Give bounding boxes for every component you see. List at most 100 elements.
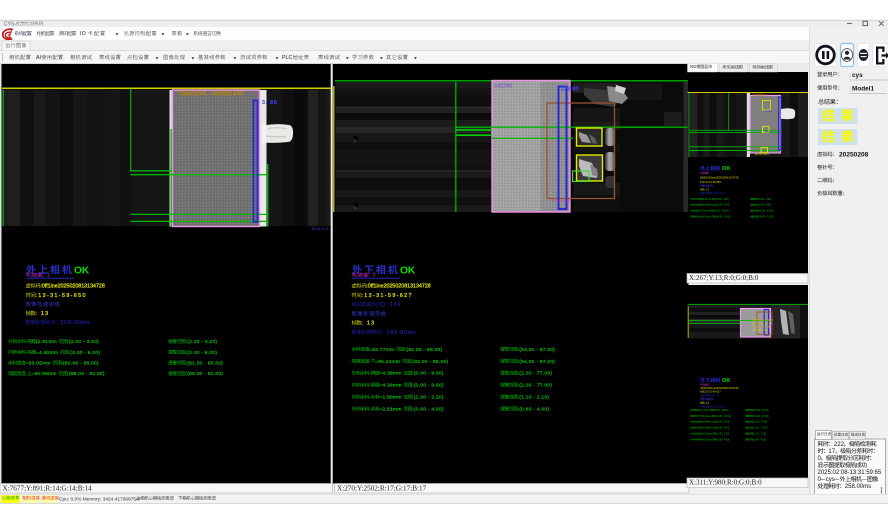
svg-text:OK: OK: [74, 266, 90, 277]
svg-text:=95.24mm: =95.24mm: [375, 359, 402, 365]
svg-text::(2.00 - 3.50): :(2.00 - 3.50): [715, 199, 728, 201]
svg-text::93: :93: [763, 93, 768, 97]
svg-text:=4.60mm: =4.60mm: [36, 350, 60, 356]
svg-text:23.88: 23.88: [765, 109, 773, 113]
svg-text:cys: cys: [826, 477, 835, 483]
svg-text:cys: cys: [852, 72, 863, 79]
svg-text::(83.00 - 87.00): :(83.00 - 87.00): [518, 347, 556, 353]
svg-text::(1.10 - 2.10): :(1.10 - 2.10): [518, 395, 550, 401]
svg-text:: 183.00ms: : 183.00ms: [382, 330, 417, 336]
svg-text:X:267;Y:13;R:0;G:0;B:0: X:267;Y:13;R:0;G:0;B:0: [689, 274, 759, 282]
svg-text:-: -: [26, 351, 28, 356]
svg-text:X:270;Y:2502;R:17;G:17;B:17: X:270;Y:2502;R:17;G:17;B:17: [337, 484, 427, 492]
svg-text:-: -: [369, 384, 371, 389]
svg-text:: 258.00ms: : 258.00ms: [713, 192, 726, 195]
svg-text:90.56 84.9: 90.56 84.9: [755, 152, 769, 156]
svg-text::(3.00 - 6.00): :(3.00 - 6.00): [69, 350, 101, 356]
svg-text::(93.00 - 98.00): :(93.00 - 98.00): [715, 416, 731, 418]
svg-text:0: 0: [373, 273, 376, 279]
svg-text:(: (: [371, 302, 374, 308]
svg-text::(93.00 - 98.00): :(93.00 - 98.00): [411, 359, 449, 365]
svg-text:X:7677;Y:891;R:14;G:14;B:14: X:7677;Y:891;R:14;G:14;B:14: [3, 484, 93, 492]
svg-text::(94.00 - 97.00): :(94.00 - 97.00): [753, 416, 769, 418]
svg-text:=1.90mm: =1.90mm: [379, 395, 403, 401]
svg-text:=2.61mm: =2.61mm: [379, 407, 403, 413]
svg-text::(80.00 - 86.00): :(80.00 - 86.00): [61, 361, 99, 367]
svg-text::13-31-59-650: :13-31-59-650: [35, 293, 86, 299]
svg-text:: 13: : 13: [361, 321, 375, 327]
svg-text::(0.60 - 4.00): :(0.60 - 4.00): [518, 407, 550, 413]
svg-text:Cpu: 0.0% Memory: 3424.4179687: Cpu: 0.0% Memory: 3424.41796875M: [59, 496, 140, 502]
svg-text::(81.00 - 85.00): :(81.00 - 85.00): [186, 361, 224, 367]
svg-text::(83.00 - 87.00): :(83.00 - 87.00): [753, 410, 769, 412]
svg-text::(0.00 - 9.00): :(0.00 - 9.00): [412, 383, 444, 389]
svg-text:3. 88: 3. 88: [262, 100, 278, 106]
svg-text::(1.10 - 2.10): :(1.10 - 2.10): [753, 434, 766, 436]
svg-text:OK: OK: [400, 266, 416, 277]
svg-text::(2.20 - 3.20): :(2.20 - 3.20): [758, 199, 771, 201]
svg-text:NG: NG: [352, 273, 360, 279]
svg-text::(88.00 - 92.00): :(88.00 - 92.00): [715, 217, 731, 219]
svg-text::(0.00 - 9.00): :(0.00 - 9.00): [716, 428, 729, 430]
svg-text:-: -: [26, 372, 28, 377]
svg-text:Model1: Model1: [852, 85, 874, 92]
svg-text::93: :93: [197, 91, 206, 97]
svg-text:2025:02:08-13:31:59:65: 2025:02:08-13:31:59:65: [818, 470, 882, 476]
svg-text::(94.00 - 97.00): :(94.00 - 97.00): [518, 359, 556, 365]
svg-text::(0.00 - 9.00): :(0.00 - 9.00): [412, 371, 444, 377]
svg-text:PLC: PLC: [282, 55, 292, 61]
svg-text:222: 222: [834, 442, 845, 448]
svg-text::13-31-59-627: :13-31-59-627: [705, 390, 722, 394]
svg-text::(2.00 - 3.50): :(2.00 - 3.50): [67, 339, 99, 345]
svg-text:NG: NG: [26, 273, 34, 279]
svg-text:NG: NG: [690, 64, 696, 69]
svg-text::(0.60 - 4.00): :(0.60 - 4.00): [753, 439, 766, 441]
svg-text:: 13: : 13: [35, 311, 49, 317]
svg-text:=4.38mm: =4.38mm: [379, 383, 403, 389]
svg-text:123.80: 123.80: [561, 87, 579, 93]
svg-text::(2.00 - 77.00): :(2.00 - 77.00): [518, 371, 553, 377]
svg-text::(0.00 - 8.00): :(0.00 - 8.00): [758, 205, 771, 207]
svg-text:NG: NG: [700, 384, 704, 387]
svg-text:NG: NG: [700, 172, 704, 175]
svg-text::(1.00 - 2.20): :(1.00 - 2.20): [716, 434, 729, 436]
svg-text:=90.56mm: =90.56mm: [700, 217, 712, 219]
svg-text::(2.00 - 77.00): :(2.00 - 77.00): [753, 422, 768, 424]
svg-text:-: -: [369, 360, 371, 365]
svg-text::(88.00 - 92.00): :(88.00 - 92.00): [67, 371, 105, 377]
svg-text:(2.91mm: (2.91mm: [36, 339, 59, 345]
svg-text:=90.56mm: =90.56mm: [32, 371, 59, 377]
svg-text::(2.00 - 77.00): :(2.00 - 77.00): [518, 383, 553, 389]
svg-text:TL:WL:2.05: TL:WL:2.05: [551, 199, 570, 203]
svg-text::0ff1ine2025020813134728: :0ff1ine2025020813134728: [707, 176, 739, 180]
svg-text:: 13: : 13: [705, 401, 710, 405]
svg-text::13-31-59-627: :13-31-59-627: [361, 293, 412, 299]
svg-text:=4.38mm: =4.38mm: [379, 371, 403, 377]
svg-text:=1.90mm: =1.90mm: [702, 434, 712, 436]
svg-text::(0.00 - 8.00): :(0.00 - 8.00): [186, 350, 218, 356]
svg-text:1: 1: [47, 273, 50, 279]
svg-text:-: -: [26, 340, 28, 345]
svg-text:=83.05mm: =83.05mm: [26, 361, 53, 367]
svg-text:12.62: 12.62: [765, 130, 773, 134]
svg-text:): 146: ): 146: [383, 302, 401, 308]
svg-text::(0.60 - 4.00): :(0.60 - 4.00): [716, 439, 729, 441]
svg-text:20250208: 20250208: [839, 152, 869, 159]
svg-text:(2.91mm: (2.91mm: [702, 199, 712, 201]
svg-text::0ff1ine2025020813134728: :0ff1ine2025020813134728: [40, 284, 104, 290]
svg-text::(89.00 - 91.00): :(89.00 - 91.00): [758, 217, 774, 219]
svg-text:IO: IO: [80, 31, 87, 37]
svg-text::(0.60 - 4.00): :(0.60 - 4.00): [412, 407, 444, 413]
svg-text:AI: AI: [494, 83, 499, 89]
svg-text:=4.38mm: =4.38mm: [702, 422, 712, 424]
svg-text:: 13: : 13: [705, 187, 710, 191]
svg-text:=2.61mm: =2.61mm: [702, 439, 712, 441]
svg-text:-: -: [369, 408, 371, 413]
svg-text::0ff1ine2025020813134728: :0ff1ine2025020813134728: [366, 284, 430, 290]
svg-text:-: -: [369, 372, 371, 377]
svg-text::(1.00 - 2.20): :(1.00 - 2.20): [412, 395, 444, 401]
svg-text::(2.20 - 3.20): :(2.20 - 3.20): [186, 339, 218, 345]
svg-text:-: -: [369, 396, 371, 401]
svg-text:CYS-: CYS-: [4, 21, 16, 27]
svg-text::(81.00 - 85.00): :(81.00 - 85.00): [758, 211, 774, 213]
